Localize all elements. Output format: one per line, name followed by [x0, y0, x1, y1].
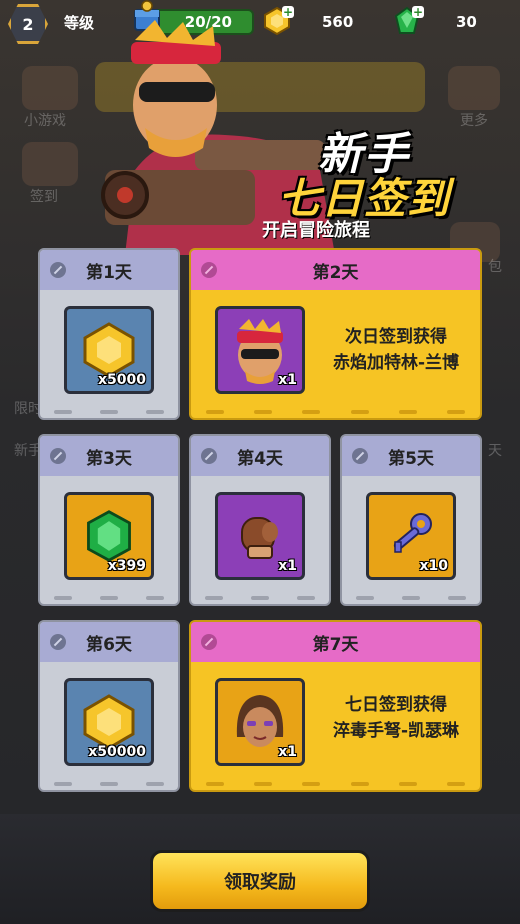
reward-description: 七日签到获得 淬毒手弩-凯瑟琳: [321, 692, 471, 744]
day-card-header: 第4天: [191, 436, 329, 476]
coin-icon: [83, 322, 135, 378]
reward-line2: 淬毒手弩-凯瑟琳: [332, 721, 460, 741]
level-badge[interactable]: 2: [8, 4, 48, 44]
reward-slot: x1: [215, 492, 305, 580]
backdrop-tile: [22, 66, 78, 110]
page-subtitle: 开启冒险旅程: [262, 220, 370, 241]
backdrop-tile: [448, 66, 500, 110]
reward-quantity: x399: [107, 558, 146, 574]
day-card-header: 第7天: [191, 622, 480, 662]
key-icon: [393, 513, 432, 553]
day-card-6[interactable]: 第6天 x50000: [38, 620, 180, 792]
day-label: 第7天: [312, 634, 359, 655]
add-coins-button[interactable]: +: [282, 6, 294, 18]
reward-quantity: x1: [278, 558, 297, 574]
locked-icon: [201, 634, 217, 650]
backdrop-label: 包: [488, 259, 502, 275]
card-ticks: [40, 410, 178, 414]
locked-icon: [50, 634, 66, 650]
day-label: 第6天: [86, 634, 132, 655]
reward-quantity: x50000: [88, 744, 146, 760]
coin-icon: [83, 694, 135, 750]
day-label: 第1天: [86, 262, 132, 283]
locked-icon: [352, 448, 368, 464]
day-card-header: 第6天: [40, 622, 178, 662]
locked-icon: [50, 448, 66, 464]
gem-count: 30: [456, 13, 477, 31]
reward-slot: x5000: [64, 306, 154, 394]
card-ticks: [342, 596, 480, 600]
locked-icon: [50, 262, 66, 278]
day-label: 第5天: [388, 448, 434, 469]
reward-quantity: x10: [419, 558, 448, 574]
backdrop-tile: [22, 142, 78, 186]
reward-quantity: x1: [278, 372, 297, 388]
reward-slot: x50000: [64, 678, 154, 766]
reward-slot: x1: [215, 306, 305, 394]
reward-line1: 次日签到获得: [345, 327, 447, 347]
day-card-5[interactable]: 第5天 x10: [340, 434, 482, 606]
day-card-1[interactable]: 第1天 x5000: [38, 248, 180, 420]
reward-quantity: x1: [278, 744, 297, 760]
reward-slot: x10: [366, 492, 456, 580]
add-gems-button[interactable]: +: [412, 6, 424, 18]
card-ticks: [191, 410, 480, 414]
day-card-4[interactable]: 第4天 x1: [189, 434, 331, 606]
reward-slot: x399: [64, 492, 154, 580]
day-label: 第3天: [86, 448, 132, 469]
backdrop-label: 小游戏: [24, 113, 66, 129]
reward-line2: 赤焰加特林-兰博: [332, 353, 460, 373]
reward-quantity: x5000: [98, 372, 146, 388]
day-card-header: 第5天: [342, 436, 480, 476]
locked-icon: [201, 262, 217, 278]
backdrop-label: 签到: [30, 189, 58, 205]
day-card-2[interactable]: 第2天 x1 次日签到获得 赤焰加特林-兰博: [189, 248, 482, 420]
day-card-header: 第3天: [40, 436, 178, 476]
gem-icon: [87, 510, 131, 562]
card-ticks: [191, 596, 329, 600]
glove-icon: [241, 517, 278, 559]
locked-icon: [201, 448, 217, 464]
day-label: 第2天: [312, 262, 359, 283]
day-card-header: 第2天: [191, 250, 480, 290]
day-card-header: 第1天: [40, 250, 178, 290]
reward-line1: 七日签到获得: [345, 695, 447, 715]
reward-description: 次日签到获得 赤焰加特林-兰博: [321, 324, 471, 376]
card-ticks: [40, 596, 178, 600]
day-card-7[interactable]: 第7天 x1 七日签到获得 淬毒手弩-凯瑟琳: [189, 620, 482, 792]
day-card-3[interactable]: 第3天 x399: [38, 434, 180, 606]
card-ticks: [191, 782, 480, 786]
backdrop-label: 更多: [460, 113, 488, 129]
level-label: 等级: [64, 14, 95, 32]
reward-slot: x1: [215, 678, 305, 766]
claim-reward-button[interactable]: 领取奖励: [150, 850, 370, 912]
day-label: 第4天: [237, 448, 283, 469]
card-ticks: [40, 782, 178, 786]
backdrop-label: 天: [488, 443, 502, 459]
